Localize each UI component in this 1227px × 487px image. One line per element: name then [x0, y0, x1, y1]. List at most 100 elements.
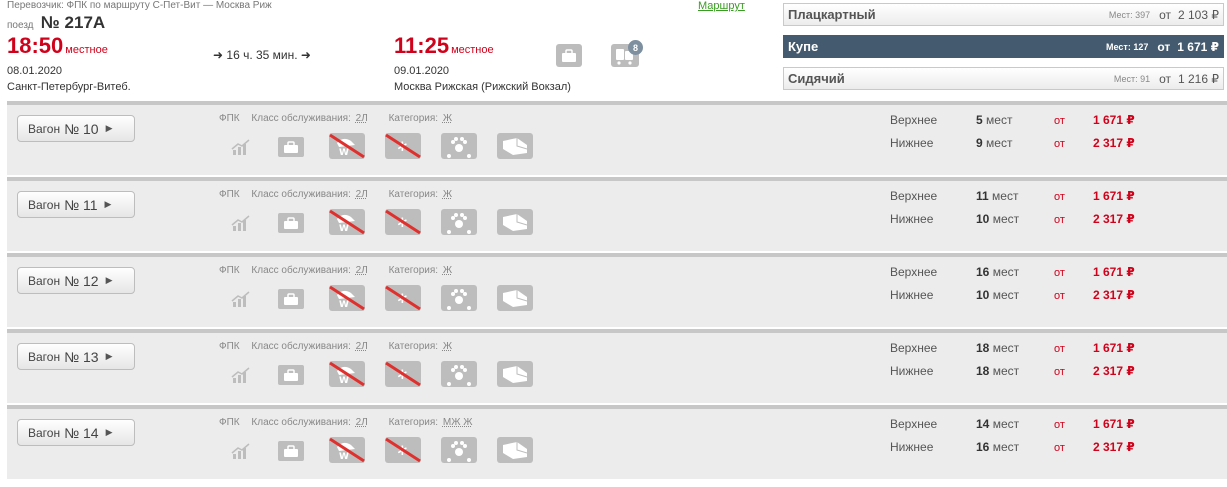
class-from: от — [1159, 7, 1171, 22]
service-class-value[interactable]: 2Л — [356, 113, 368, 124]
service-class-value[interactable]: 2Л — [356, 189, 368, 200]
upper-berth-label: Верхнее — [890, 265, 938, 279]
seats-unit: мест — [992, 341, 1020, 355]
wagon-button[interactable]: Вагон № 14 ▶ — [17, 419, 135, 446]
upper-count: 5 — [976, 113, 983, 127]
luggage-icon[interactable] — [556, 44, 582, 67]
upper-price[interactable]: 1 671 ₽ — [1093, 265, 1135, 279]
wagon-row: Вагон № 10 ▶ ФПК Класс обслуживания: 2Л … — [7, 101, 1227, 175]
chart-icon — [227, 135, 255, 158]
air-conditioning-disabled-icon: ✲ — [385, 133, 421, 159]
lower-seats: 10 мест — [976, 288, 1019, 302]
upper-price[interactable]: 1 671 ₽ — [1093, 417, 1135, 431]
upper-from: от — [1054, 343, 1065, 355]
class-name: Купе — [788, 39, 819, 54]
arrival-local-label: местное — [451, 44, 494, 56]
upper-berth-label: Верхнее — [890, 341, 938, 355]
upper-count: 16 — [976, 265, 990, 279]
category-label: Категория: — [388, 265, 439, 276]
lower-seats: 9 мест — [976, 136, 1012, 150]
wagon-info: ФПК Класс обслуживания: 2Л Категория: Ж — [219, 113, 452, 124]
class-option-sidyachiy[interactable]: Сидячий Мест: 91 от 1 216 ₽ — [783, 67, 1224, 90]
class-option-platskart[interactable]: Плацкартный Мест: 397 от 2 103 ₽ — [783, 3, 1224, 26]
class-name: Плацкартный — [788, 7, 876, 22]
caret-right-icon: ▶ — [105, 427, 113, 437]
dry-closet-disabled-icon: W — [329, 437, 365, 463]
upper-from: от — [1054, 115, 1065, 127]
service-class-value[interactable]: 2Л — [356, 265, 368, 276]
lower-price[interactable]: 2 317 ₽ — [1093, 364, 1135, 378]
wagon-row: Вагон № 11 ▶ ФПК Класс обслуживания: 2Л … — [7, 177, 1227, 251]
category-value[interactable]: Ж — [443, 265, 452, 276]
pet-icon — [441, 361, 477, 387]
pet-icon — [441, 133, 477, 159]
route-link[interactable]: Маршрут — [698, 0, 745, 12]
service-class-value[interactable]: 2Л — [356, 417, 368, 428]
lower-seats: 10 мест — [976, 212, 1019, 226]
category-label: Категория: — [388, 341, 439, 352]
lower-from: от — [1054, 442, 1065, 454]
upper-seats: 18 мест — [976, 341, 1019, 355]
wagon-services: W ✲ — [227, 361, 553, 387]
train-number: № 217А — [40, 13, 106, 32]
lower-price[interactable]: 2 317 ₽ — [1093, 288, 1135, 302]
air-conditioning-disabled-icon: ✲ — [385, 209, 421, 235]
lower-from: от — [1054, 366, 1065, 378]
upper-berth-label: Верхнее — [890, 417, 938, 431]
class-option-kupe[interactable]: Купе Мест: 127 от 1 671 ₽ — [783, 35, 1224, 58]
category-value[interactable]: Ж — [443, 189, 452, 200]
wagon-carrier: ФПК — [219, 417, 240, 428]
category-label: Категория: — [388, 417, 439, 428]
train-prefix: поезд — [7, 20, 34, 31]
seats-unit: мест — [992, 265, 1020, 279]
luggage-icon — [278, 365, 304, 385]
arrival-date: 09.01.2020 — [394, 65, 450, 77]
seats-unit: мест — [992, 288, 1020, 302]
wagon-button[interactable]: Вагон № 12 ▶ — [17, 267, 135, 294]
lower-price[interactable]: 2 317 ₽ — [1093, 136, 1135, 150]
wagon-number: № 12 — [64, 272, 99, 289]
wagon-carrier: ФПК — [219, 189, 240, 200]
wagon-services: W ✲ — [227, 209, 553, 235]
category-value[interactable]: МЖ Ж — [443, 417, 473, 428]
wagon-row: Вагон № 13 ▶ ФПК Класс обслуживания: 2Л … — [7, 329, 1227, 403]
lower-berth-label: Нижнее — [890, 136, 934, 150]
lower-price[interactable]: 2 317 ₽ — [1093, 212, 1135, 226]
upper-count: 11 — [976, 189, 989, 203]
upper-from: от — [1054, 191, 1065, 203]
pet-icon — [441, 285, 477, 311]
chart-icon — [227, 363, 255, 386]
luggage-icon — [278, 289, 304, 309]
wagon-label: Вагон — [28, 349, 61, 364]
lower-berth-label: Нижнее — [890, 440, 934, 454]
upper-price[interactable]: 1 671 ₽ — [1093, 113, 1135, 127]
wagon-info: ФПК Класс обслуживания: 2Л Категория: Ж — [219, 189, 452, 200]
seats-unit: мест — [986, 113, 1013, 127]
category-value[interactable]: Ж — [443, 341, 452, 352]
train-number-line: поезд № 217А — [7, 13, 105, 33]
lower-count: 16 — [976, 440, 990, 454]
category-label: Категория: — [388, 113, 439, 124]
class-price: 1 216 ₽ — [1178, 71, 1219, 86]
wagon-button[interactable]: Вагон № 13 ▶ — [17, 343, 135, 370]
bedding-icon — [497, 437, 533, 463]
upper-price[interactable]: 1 671 ₽ — [1093, 189, 1135, 203]
lower-price[interactable]: 2 317 ₽ — [1093, 440, 1135, 454]
upper-count: 14 — [976, 417, 990, 431]
upper-price[interactable]: 1 671 ₽ — [1093, 341, 1135, 355]
lower-from: от — [1054, 214, 1065, 226]
service-class-value[interactable]: 2Л — [356, 341, 368, 352]
category-value[interactable]: Ж — [443, 113, 452, 124]
wagon-button[interactable]: Вагон № 10 ▶ — [17, 115, 135, 142]
lower-berth-label: Нижнее — [890, 288, 934, 302]
train-header: Перевозчик: ФПК по маршруту С-Пет-Вит — … — [0, 0, 1227, 101]
wagon-services: W ✲ — [227, 437, 553, 463]
caret-right-icon: ▶ — [105, 275, 113, 285]
upper-seats: 14 мест — [976, 417, 1019, 431]
departure-local-label: местное — [65, 44, 108, 56]
pet-icon — [441, 209, 477, 235]
class-from: от — [1157, 39, 1171, 54]
service-class-label: Класс обслуживания: — [251, 189, 351, 200]
wagon-button[interactable]: Вагон № 11 ▶ — [17, 191, 135, 218]
dry-closet-disabled-icon: W — [329, 133, 365, 159]
